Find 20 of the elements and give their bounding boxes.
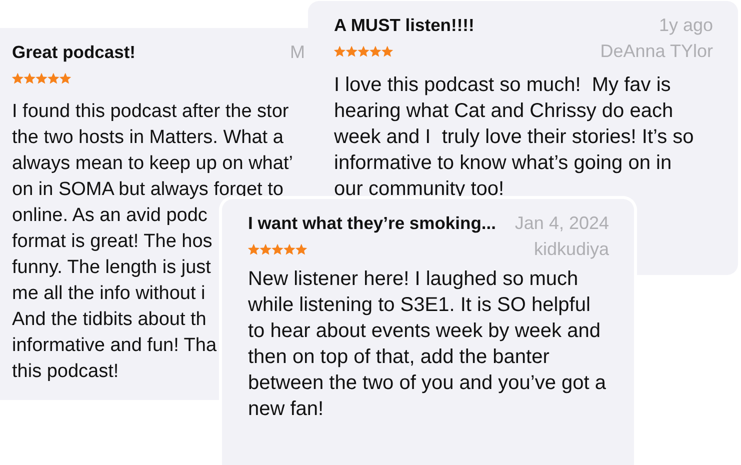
review-text-line: And the tidbits about th <box>12 308 206 332</box>
review-title: Great podcast! <box>12 42 136 63</box>
review-author: DeAnna TYlor <box>600 40 713 62</box>
review-date: Jan 4, 2024 <box>514 213 609 234</box>
review-text-line: the two hosts in Matters. What a <box>12 126 284 150</box>
review-text: New listener here! I laughed so much while listening to S3E1. It is SO helpful to hear about events week by week and then on top of that, add the banter between the two of you and you’ve got a new fan! <box>248 267 608 422</box>
review-text-line: format is great! The hos <box>12 230 212 254</box>
review-text: I love this podcast so much! My fav is hearing what Cat and Chrissy do each week and I truly love their stories! It’s so informative to know what’s going on in our community too! <box>334 73 695 202</box>
review-text-line: funny. The length is just <box>12 256 211 280</box>
review-date: M <box>290 42 305 63</box>
review-text-line: online. As an avid podc <box>12 204 208 228</box>
review-author: kidkudiya <box>534 238 609 260</box>
review-text-line: I found this podcast after the stor <box>12 100 289 124</box>
review-text-line: informative and fun! Tha <box>12 334 217 358</box>
review-text-line: always mean to keep up on what’ <box>12 152 293 176</box>
review-title: I want what they’re smoking... <box>248 213 496 234</box>
review-title: A MUST listen!!!! <box>334 15 474 36</box>
review-text-line: me all the info without i <box>12 282 206 306</box>
review-text-line: this podcast! <box>12 360 119 384</box>
review-date: 1y ago <box>658 15 713 36</box>
